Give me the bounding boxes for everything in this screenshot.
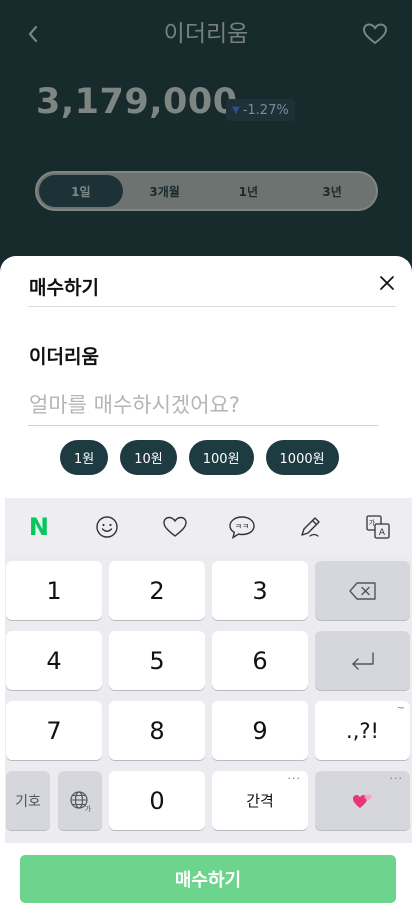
punctuation-key[interactable]: .,?! ~: [315, 701, 410, 760]
enter-key[interactable]: [315, 631, 410, 690]
pen-icon: [301, 516, 320, 537]
svg-text:가: 가: [85, 804, 91, 812]
punctuation-label: .,?!: [346, 718, 379, 743]
key-3[interactable]: 3: [212, 561, 308, 620]
chip-1won[interactable]: 1원: [60, 440, 109, 475]
favorites-button[interactable]: [157, 509, 193, 545]
change-rate: -1.27%: [242, 102, 289, 118]
sheet-title: 매수하기: [29, 277, 99, 299]
chip-10won[interactable]: 10원: [120, 440, 177, 475]
key-5[interactable]: 5: [109, 631, 205, 690]
emoji-key[interactable]: ···: [315, 771, 410, 830]
emoticon-button[interactable]: ㅋㅋ: [224, 509, 260, 545]
top-bar: 이더리움: [0, 10, 412, 58]
more-dots: ···: [389, 772, 403, 785]
globe-icon: 가: [70, 790, 91, 812]
heart-icon: [362, 23, 388, 45]
buy-button[interactable]: 매수하기: [20, 855, 396, 903]
numeric-keyboard: N ㅋㅋ 가 A 1 2 3 4 5 6 7 8 9 .,?! ~ 기호 가 0…: [5, 498, 412, 843]
symbols-key[interactable]: 기호: [6, 771, 50, 830]
key-6[interactable]: 6: [212, 631, 308, 690]
key-2[interactable]: 2: [109, 561, 205, 620]
close-icon: [380, 276, 394, 290]
hearts-emoji-icon: [352, 794, 371, 808]
return-icon: [351, 651, 374, 670]
page-title: 이더리움: [163, 21, 249, 47]
key-4[interactable]: 4: [6, 631, 102, 690]
favorite-button[interactable]: [360, 19, 390, 49]
naver-n-icon: N: [28, 512, 49, 541]
backspace-icon: [348, 581, 376, 600]
close-button[interactable]: [376, 272, 398, 294]
chip-1000won[interactable]: 1000원: [265, 440, 339, 475]
divider: [28, 306, 396, 307]
svg-text:가: 가: [369, 518, 376, 527]
down-arrow-icon: ▼: [232, 104, 240, 116]
key-9[interactable]: 9: [212, 701, 308, 760]
translate-icon: 가 A: [366, 514, 390, 539]
tilde-hint: ~: [396, 703, 405, 714]
quick-amount-chips: 1원 10원 100원 1000원: [60, 440, 339, 475]
heart-icon: [162, 516, 187, 537]
svg-text:ㅋㅋ: ㅋㅋ: [235, 522, 250, 531]
tab-3m[interactable]: 3개월: [123, 175, 207, 207]
tab-3y[interactable]: 3년: [290, 175, 374, 207]
space-key[interactable]: 간격 ···: [212, 771, 308, 830]
amount-input[interactable]: [28, 384, 378, 426]
space-label: 간격: [246, 792, 274, 810]
backspace-key[interactable]: [315, 561, 410, 620]
keyboard-toolbar: N ㅋㅋ 가 A: [5, 498, 412, 555]
current-price: 3,179,000: [36, 82, 238, 122]
more-dots: ···: [287, 772, 301, 785]
chip-100won[interactable]: 100원: [188, 440, 254, 475]
emoji-button[interactable]: [89, 509, 125, 545]
translate-button[interactable]: 가 A: [360, 509, 396, 545]
key-8[interactable]: 8: [109, 701, 205, 760]
emoji-icon: [96, 515, 118, 538]
key-0[interactable]: 0: [109, 771, 205, 830]
coin-detail-background: 이더리움 3,179,000 ▼ -1.27% 1일 3개월 1년 3년: [0, 0, 412, 300]
period-tabs: 1일 3개월 1년 3년: [35, 171, 378, 211]
handwriting-button[interactable]: [292, 509, 328, 545]
svg-text:A: A: [379, 528, 386, 538]
chat-kk-icon: ㅋㅋ: [229, 515, 256, 539]
tab-1y[interactable]: 1년: [207, 175, 291, 207]
coin-name: 이더리움: [29, 346, 99, 368]
key-1[interactable]: 1: [6, 561, 102, 620]
tab-1d[interactable]: 1일: [39, 175, 123, 207]
change-badge: ▼ -1.27%: [226, 99, 295, 121]
naver-button[interactable]: N: [21, 509, 57, 545]
language-key[interactable]: 가: [58, 771, 102, 830]
key-7[interactable]: 7: [6, 701, 102, 760]
